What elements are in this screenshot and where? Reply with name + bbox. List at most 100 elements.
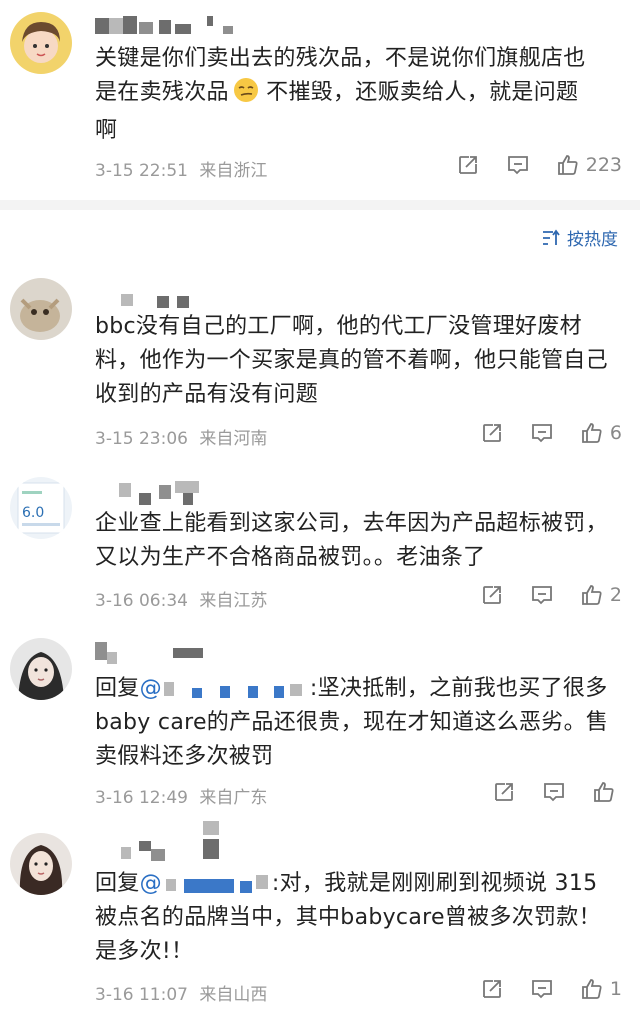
comment-line: 卖假料还多次被罚 [95, 744, 274, 769]
like-icon [582, 979, 602, 999]
comment-meta: 3-15 22:51 来自浙江 [95, 156, 267, 181]
comment-text-segment: 不摧毁，还贩卖给人，就是问题 [258, 80, 579, 105]
sort-icon [543, 229, 560, 245]
comment-time: 3-15 22:51 [95, 161, 188, 181]
comment-meta: 3-16 12:49 来自广东 [95, 783, 267, 808]
mention-redacted[interactable] [162, 678, 310, 698]
repost-button[interactable] [456, 153, 480, 177]
comment-time: 3-16 06:34 [95, 591, 188, 611]
comment-line: 被点名的品牌当中，其中babycare曾被多次罚款！ [95, 905, 601, 930]
like-icon [582, 423, 602, 443]
comment-item: 6.0 企业查上能看到这家公司，去年因为产品超标被罚， 又以为生产不合格商品被罚… [0, 465, 640, 625]
comment-line: 回复@ :对，我就是刚刚刷到视频说 315 [95, 867, 620, 901]
comment-line: 关键是你们卖出去的残次品，不是说你们旗舰店也 [95, 46, 586, 71]
comment-item: 回复@ :坚决抵制，之前我也买了很多 baby care的产品还很贵，现在才知道… [0, 630, 640, 820]
sort-toggle[interactable]: 按热度 [541, 225, 618, 250]
comment-icon [532, 586, 552, 605]
comment-line: baby care的产品还很贵，现在才知道这么恶劣。售 [95, 710, 609, 735]
comment-line: 是多次!！ [95, 939, 194, 964]
comment-time: 3-16 11:07 [95, 985, 188, 1005]
comment-text: 关键是你们卖出去的残次品，不是说你们旗舰店也 是在卖残次品 不摧毁，还贩卖给人，… [95, 42, 620, 148]
reply-prefix: 回复 [95, 676, 140, 701]
comment-line: 啊 [95, 118, 118, 143]
comment-meta: 3-16 11:07 来自山西 [95, 980, 267, 1005]
comment-text: 企业查上能看到这家公司，去年因为产品超标被罚， 又以为生产不合格商品被罚。。老油… [95, 507, 620, 575]
repost-icon [483, 586, 501, 604]
comment-feed: 关键是你们卖出去的残次品，不是说你们旗舰店也 是在卖残次品 不摧毁，还贩卖给人，… [0, 0, 640, 1015]
avatar[interactable] [10, 638, 72, 700]
like-count: 2 [609, 584, 622, 606]
like-icon [594, 782, 614, 802]
comment-text-segment: 是在卖残次品 [95, 80, 229, 105]
repost-button[interactable] [480, 421, 504, 445]
svg-text:6.0: 6.0 [22, 505, 44, 521]
comment-actions: 223 [430, 150, 622, 180]
avatar[interactable]: 6.0 [10, 477, 72, 539]
comment-line: 又以为生产不合格商品被罚。。老油条了 [95, 545, 486, 570]
comment-line: bbc没有自己的工厂啊，他的代工厂没管理好废材 [95, 314, 582, 339]
avatar[interactable] [10, 833, 72, 895]
comment-actions: 1 [454, 974, 622, 1004]
like-button[interactable]: 2 [580, 583, 622, 607]
like-button[interactable]: 223 [556, 153, 622, 177]
comment-time: 3-16 12:49 [95, 788, 188, 808]
comment-item: bbc没有自己的工厂啊，他的代工厂没管理好废材 料，他作为一个买家是真的管不着啊… [0, 270, 640, 460]
repost-icon [483, 980, 501, 998]
comment-button[interactable] [530, 583, 554, 607]
comment-icon [532, 424, 552, 443]
comment-item: 回复@ :对，我就是刚刚刷到视频说 315 被点名的品牌当中，其中babycar… [0, 821, 640, 1015]
like-count: 1 [609, 978, 622, 1000]
comment-line: 企业查上能看到这家公司，去年因为产品超标被罚， [95, 511, 608, 536]
comment-location: 来自浙江 [199, 161, 268, 181]
repost-icon [483, 424, 501, 442]
comment-location: 来自广东 [199, 788, 268, 808]
like-icon [557, 155, 578, 175]
like-icon [582, 585, 602, 605]
comment-location: 来自江苏 [199, 591, 268, 611]
comment-icon [507, 156, 528, 175]
mention-redacted[interactable] [162, 873, 272, 893]
comment-icon [532, 980, 552, 999]
comment-time: 3-15 23:06 [95, 429, 188, 449]
username-redacted[interactable] [95, 479, 275, 505]
like-button[interactable]: 1 [580, 977, 622, 1001]
comment-button[interactable] [542, 780, 566, 804]
like-count: 223 [585, 154, 622, 176]
comment-icon [544, 783, 564, 802]
comment-actions [466, 777, 622, 807]
comment-actions: 6 [454, 418, 622, 448]
like-button[interactable] [592, 780, 622, 804]
username-redacted[interactable] [95, 12, 275, 36]
comment-actions: 2 [454, 580, 622, 610]
mention-link[interactable]: @ [140, 676, 162, 701]
comment-line: 是在卖残次品 不摧毁，还贩卖给人，就是问题 [95, 76, 620, 114]
comment-line: 收到的产品有没有问题 [95, 382, 319, 407]
comment-button[interactable] [506, 153, 530, 177]
comment-meta: 3-15 23:06 来自河南 [95, 424, 267, 449]
repost-button[interactable] [480, 977, 504, 1001]
comment-text: 回复@ :坚决抵制，之前我也买了很多 baby care的产品还很贵，现在才知道… [95, 672, 620, 774]
comment-text-segment: :坚决抵制，之前我也买了很多 [309, 676, 608, 701]
section-divider [0, 200, 640, 210]
comment-text: 回复@ :对，我就是刚刚刷到视频说 315 被点名的品牌当中，其中babycar… [95, 867, 620, 969]
like-count: 6 [609, 422, 622, 444]
comment-meta: 3-16 06:34 来自江苏 [95, 586, 267, 611]
sort-label: 按热度 [567, 230, 618, 250]
comment-text: bbc没有自己的工厂啊，他的代工厂没管理好废材 料，他作为一个买家是真的管不着啊… [95, 310, 620, 412]
comment-top: 关键是你们卖出去的残次品，不是说你们旗舰店也 是在卖残次品 不摧毁，还贩卖给人，… [0, 0, 640, 200]
username-redacted[interactable] [95, 286, 275, 310]
username-redacted[interactable] [95, 640, 275, 664]
comment-button[interactable] [530, 977, 554, 1001]
repost-button[interactable] [492, 780, 516, 804]
comment-text-segment: :对，我就是刚刚刷到视频说 315 [271, 871, 598, 896]
avatar[interactable] [10, 278, 72, 340]
username-redacted[interactable] [95, 821, 275, 861]
mention-link[interactable]: @ [140, 871, 162, 896]
repost-icon [495, 783, 513, 801]
like-button[interactable]: 6 [580, 421, 622, 445]
repost-button[interactable] [480, 583, 504, 607]
comment-line: 料，他作为一个买家是真的管不着啊，他只能管自己 [95, 348, 608, 373]
comment-button[interactable] [530, 421, 554, 445]
smirk-emoji-icon [233, 77, 259, 114]
avatar[interactable] [10, 12, 72, 74]
